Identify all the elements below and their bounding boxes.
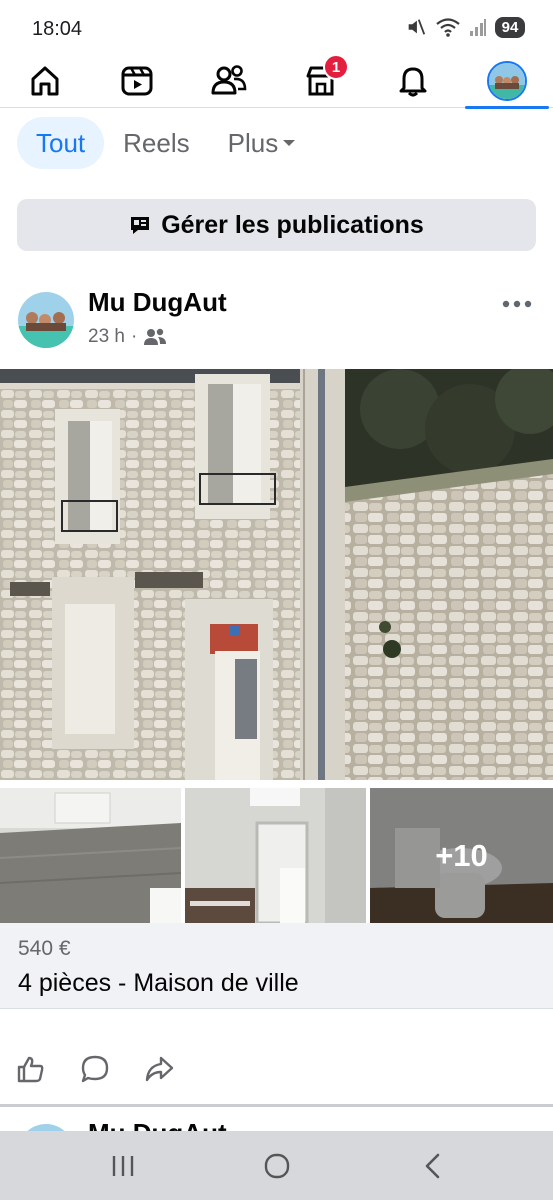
tab-reels[interactable]: Reels: [104, 117, 208, 169]
manage-posts-label: Gérer les publications: [161, 210, 424, 239]
post-actions: [14, 1052, 176, 1086]
mute-icon: [408, 19, 426, 35]
more-horizontal-icon: [502, 300, 532, 308]
signal-icon: [470, 19, 486, 36]
more-photos-count: +10: [370, 788, 553, 923]
caret-down-icon: [283, 140, 296, 146]
listing-info[interactable]: 540 € 4 pièces - Maison de ville: [0, 923, 553, 1009]
bell-icon: [399, 67, 427, 97]
top-nav: 1: [0, 54, 553, 109]
post-photo-thumb[interactable]: [185, 788, 366, 923]
post-photo-thumb-more[interactable]: +10: [370, 788, 553, 923]
status-bar: 18:04 94: [0, 0, 553, 56]
post-photo-thumb[interactable]: [0, 788, 181, 923]
post-time[interactable]: 23 h: [88, 326, 125, 348]
thumbs-up-icon: [17, 1056, 44, 1083]
avatar-icon: [487, 61, 527, 101]
status-icons: 94: [405, 16, 525, 38]
home-circle-icon: [264, 1153, 290, 1179]
tab-tout[interactable]: Tout: [17, 117, 105, 169]
nav-notifications[interactable]: [383, 56, 443, 106]
back-button[interactable]: [418, 1151, 448, 1181]
battery-icon: 94: [495, 16, 525, 38]
post-author-avatar[interactable]: [18, 292, 74, 348]
like-button[interactable]: [14, 1052, 48, 1086]
share-button[interactable]: [142, 1052, 176, 1086]
wifi-icon: [436, 18, 460, 37]
video-icon: [121, 66, 153, 96]
people-icon: [211, 65, 247, 95]
comment-button[interactable]: [78, 1052, 112, 1086]
listing-price: 540 €: [18, 937, 71, 960]
nav-home[interactable]: [15, 56, 75, 106]
recent-apps-icon: [112, 1156, 134, 1176]
nav-friends[interactable]: [199, 56, 259, 106]
post-meta: 23 h ·: [88, 326, 167, 348]
filter-tabs: Tout Reels Plus: [17, 117, 315, 169]
marketplace-badge: 1: [323, 54, 349, 80]
manage-posts-button[interactable]: Gérer les publications: [17, 199, 536, 251]
home-icon: [31, 66, 59, 96]
nav-profile[interactable]: [477, 56, 537, 106]
post-author-name[interactable]: Mu DugAut: [88, 287, 227, 318]
back-icon: [425, 1153, 440, 1179]
friends-icon: [144, 328, 167, 345]
post-main-photo[interactable]: [0, 369, 553, 780]
comment-icon: [81, 1055, 109, 1083]
system-nav-bar: [0, 1131, 553, 1200]
listing-title: 4 pièces - Maison de ville: [18, 969, 299, 997]
share-icon: [145, 1056, 174, 1082]
tab-plus[interactable]: Plus: [209, 117, 316, 169]
post-more-button[interactable]: [495, 288, 539, 320]
home-button[interactable]: [262, 1151, 292, 1181]
post-divider: [0, 1104, 553, 1107]
post-meta-separator: ·: [130, 326, 138, 347]
status-time: 18:04: [32, 18, 83, 40]
nav-reels[interactable]: [107, 56, 167, 106]
tab-plus-label: Plus: [227, 127, 279, 158]
manage-posts-icon: [131, 217, 150, 234]
nav-marketplace[interactable]: 1: [291, 54, 351, 106]
recent-apps-button[interactable]: [108, 1151, 138, 1181]
nav-active-indicator: [465, 106, 549, 109]
